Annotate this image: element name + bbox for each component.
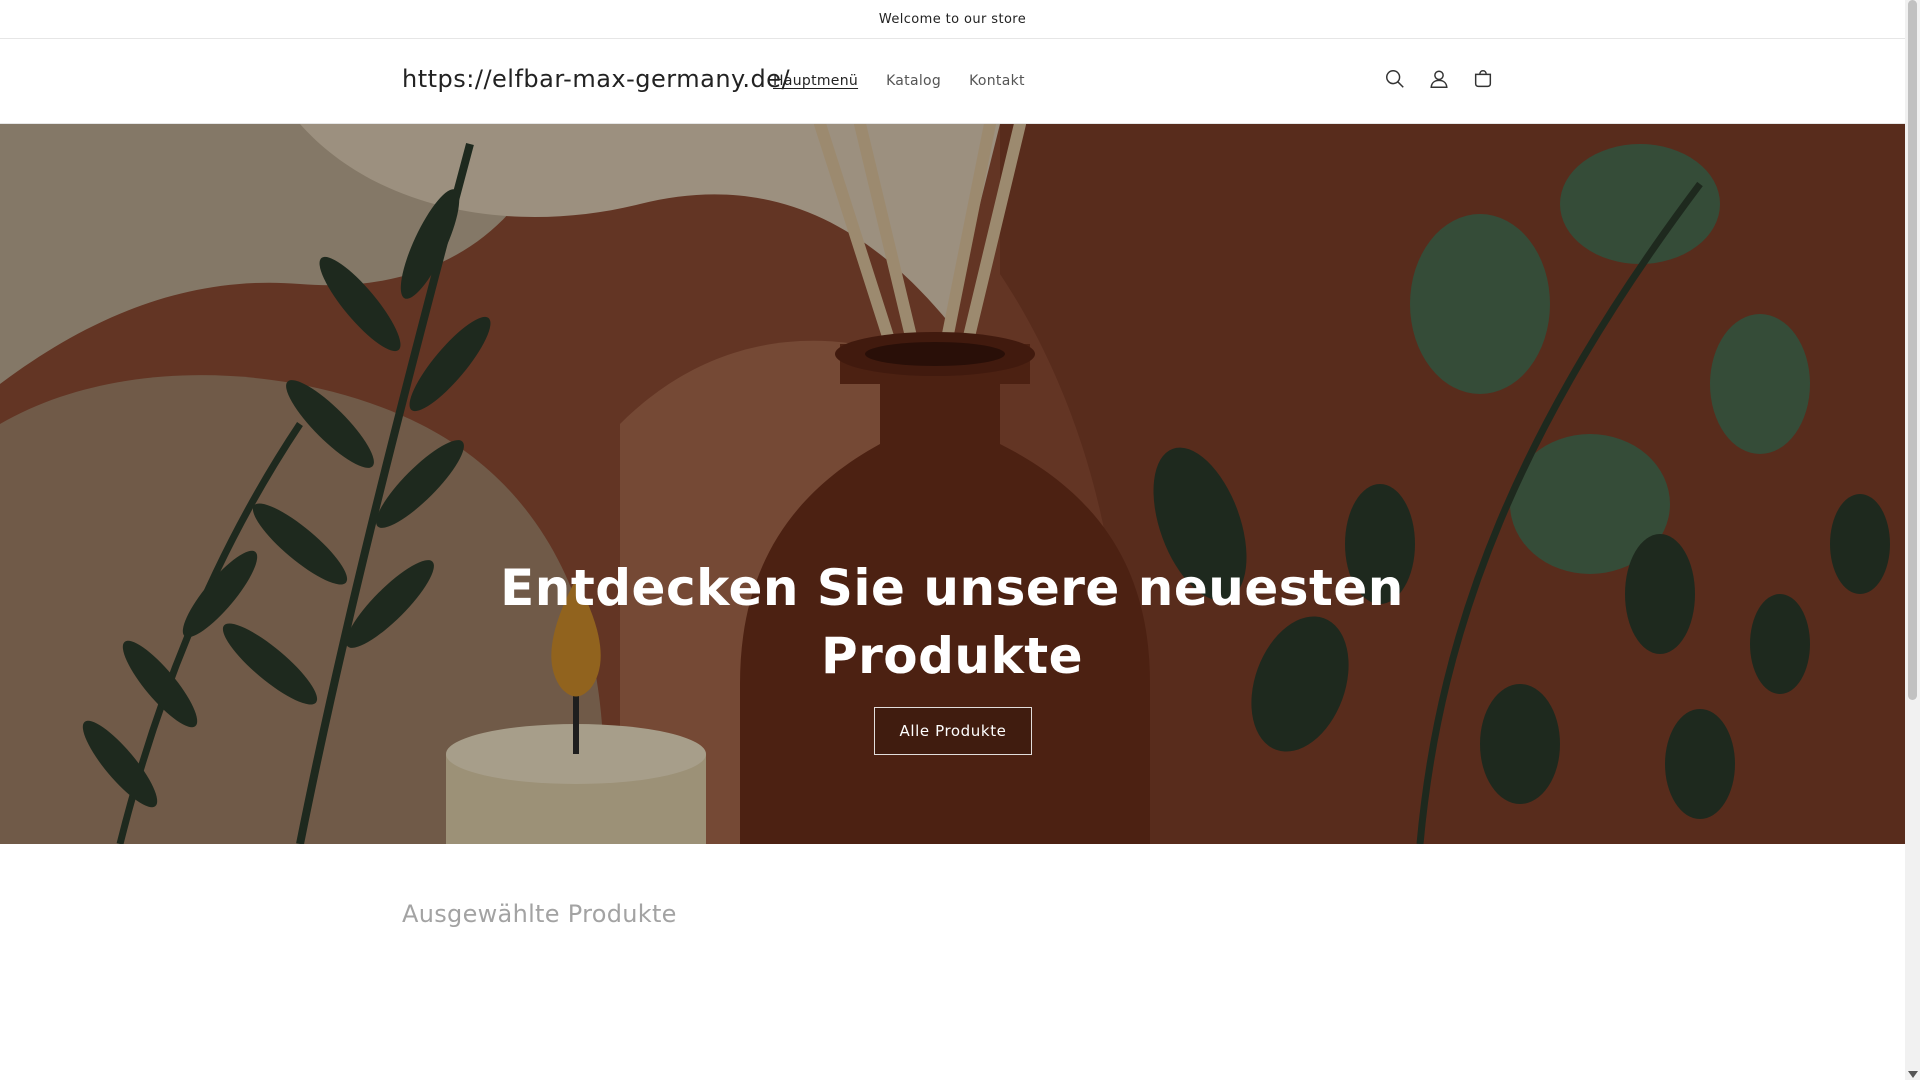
scroll-down-arrow-icon[interactable] <box>1908 1071 1918 1078</box>
announcement-bar: Welcome to our store <box>0 0 1905 39</box>
hero-title: Entdecken Sie unsere neuesten Produkte <box>500 559 1404 685</box>
hero-banner: Entdecken Sie unsere neuesten Produkte A… <box>0 124 1905 844</box>
search-button[interactable] <box>1375 57 1415 101</box>
nav-item-kontakt[interactable]: Kontakt <box>957 67 1037 95</box>
featured-products-title: Ausgewählte Produkte <box>402 900 677 928</box>
scrollbar-thumb[interactable] <box>1908 0 1917 700</box>
header-icons <box>1375 57 1503 101</box>
announcement-text: Welcome to our store <box>878 11 1027 27</box>
store-logo-link[interactable]: https://elfbar-max-germany.de/ <box>402 65 790 93</box>
search-icon <box>1386 70 1404 88</box>
site-header: https://elfbar-max-germany.de/ Hauptmenü… <box>0 39 1905 124</box>
all-products-button[interactable]: Alle Produkte <box>874 707 1032 755</box>
page: Welcome to our store https://elfbar-max-… <box>0 0 1905 1080</box>
nav-item-hauptmenu[interactable]: Hauptmenü <box>761 67 870 95</box>
cart-button[interactable] <box>1463 57 1503 101</box>
nav-item-katalog[interactable]: Katalog <box>874 67 953 95</box>
account-button[interactable] <box>1419 57 1459 101</box>
account-icon <box>1430 70 1448 88</box>
main-nav: Hauptmenü Katalog Kontakt <box>761 39 1037 123</box>
cart-icon <box>1474 70 1492 88</box>
page-scrollbar[interactable] <box>1905 0 1920 1080</box>
